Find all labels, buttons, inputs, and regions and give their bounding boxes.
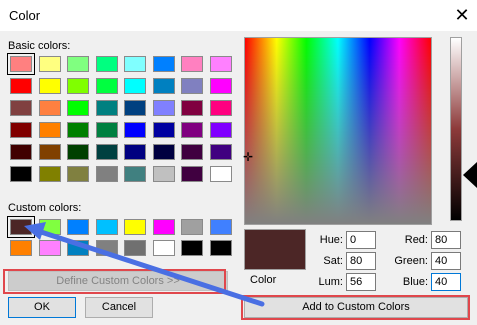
custom-color-swatch[interactable]	[209, 219, 232, 235]
red-input[interactable]	[431, 231, 461, 249]
custom-color-swatch[interactable]	[38, 219, 61, 235]
basic-color-swatch[interactable]	[38, 122, 61, 138]
custom-color-swatch[interactable]	[67, 240, 89, 256]
crosshair-icon: ✛	[243, 150, 254, 164]
basic-color-swatch[interactable]	[124, 166, 146, 182]
sat-label: Sat:	[323, 255, 343, 267]
cancel-button[interactable]: Cancel	[85, 297, 153, 318]
basic-color-swatch[interactable]	[95, 166, 118, 182]
basic-color-swatch[interactable]	[67, 56, 89, 72]
basic-color-swatch[interactable]	[10, 166, 32, 182]
basic-color-swatch[interactable]	[10, 144, 32, 160]
basic-color-swatch[interactable]	[152, 100, 175, 116]
basic-color-swatch[interactable]	[124, 78, 146, 94]
custom-color-swatch[interactable]	[95, 240, 118, 256]
custom-color-swatch[interactable]	[152, 219, 175, 235]
basic-color-swatch[interactable]	[181, 78, 203, 94]
basic-color-swatch[interactable]	[38, 100, 61, 116]
basic-color-swatch[interactable]	[152, 78, 175, 94]
custom-color-swatch[interactable]	[38, 240, 61, 256]
basic-color-swatch[interactable]	[67, 166, 89, 182]
basic-color-swatch[interactable]	[95, 100, 118, 116]
basic-color-swatch[interactable]	[209, 100, 232, 116]
custom-colors-label: Custom colors:	[8, 202, 82, 214]
custom-color-swatch[interactable]	[7, 216, 35, 238]
basic-color-swatch[interactable]	[38, 144, 61, 160]
custom-color-swatch[interactable]	[181, 219, 203, 235]
blue-label: Blue:	[402, 276, 428, 288]
basic-color-swatch[interactable]	[152, 144, 175, 160]
basic-color-swatch[interactable]	[152, 56, 175, 72]
ok-button[interactable]: OK	[8, 297, 76, 318]
basic-color-swatch[interactable]	[181, 122, 203, 138]
basic-color-swatch[interactable]	[10, 78, 32, 94]
basic-color-swatch[interactable]	[95, 144, 118, 160]
basic-color-swatch[interactable]	[67, 144, 89, 160]
color-label: Color	[250, 274, 277, 286]
basic-color-swatch[interactable]	[38, 78, 61, 94]
color-preview	[244, 229, 306, 270]
basic-color-swatch[interactable]	[10, 100, 32, 116]
custom-color-swatch[interactable]	[152, 240, 175, 256]
close-icon[interactable]: ✕	[450, 3, 474, 27]
basic-color-swatch[interactable]	[124, 56, 146, 72]
basic-color-swatch[interactable]	[181, 56, 203, 72]
hue-input[interactable]	[346, 231, 376, 249]
basic-color-swatch[interactable]	[181, 166, 203, 182]
basic-color-swatch[interactable]	[181, 144, 203, 160]
color-spectrum[interactable]	[244, 37, 432, 225]
basic-color-swatch[interactable]	[7, 53, 35, 75]
basic-color-swatch[interactable]	[152, 122, 175, 138]
red-label: Red:	[404, 234, 428, 246]
basic-color-swatch[interactable]	[181, 100, 203, 116]
blue-input[interactable]	[431, 273, 461, 291]
basic-color-swatch[interactable]	[209, 78, 232, 94]
custom-color-swatch[interactable]	[10, 240, 32, 256]
custom-color-swatch[interactable]	[124, 219, 146, 235]
basic-color-swatch[interactable]	[38, 166, 61, 182]
basic-color-swatch[interactable]	[209, 122, 232, 138]
sat-input[interactable]	[346, 252, 376, 270]
basic-color-swatch[interactable]	[38, 56, 61, 72]
basic-color-swatch[interactable]	[95, 122, 118, 138]
custom-color-swatch[interactable]	[67, 219, 89, 235]
hue-label: Hue:	[319, 234, 343, 246]
basic-colors-label: Basic colors:	[8, 40, 71, 52]
basic-color-swatch[interactable]	[209, 166, 232, 182]
add-to-custom-colors-button[interactable]: Add to Custom Colors	[244, 297, 468, 318]
custom-color-swatch[interactable]	[209, 240, 232, 256]
basic-color-swatch[interactable]	[67, 78, 89, 94]
title-bar	[0, 0, 477, 31]
basic-color-swatch[interactable]	[67, 100, 89, 116]
lum-input[interactable]	[346, 273, 376, 291]
define-custom-colors-button[interactable]: Define Custom Colors >>	[8, 271, 228, 291]
green-input[interactable]	[431, 252, 461, 270]
lum-label: Lum:	[318, 276, 343, 288]
luminosity-arrow-icon[interactable]	[463, 162, 477, 188]
basic-color-swatch[interactable]	[124, 144, 146, 160]
basic-color-swatch[interactable]	[209, 144, 232, 160]
basic-color-swatch[interactable]	[10, 122, 32, 138]
basic-color-swatch[interactable]	[124, 100, 146, 116]
window-title: Color	[9, 8, 41, 23]
basic-color-swatch[interactable]	[95, 56, 118, 72]
custom-color-swatch[interactable]	[181, 240, 203, 256]
basic-color-swatch[interactable]	[95, 78, 118, 94]
basic-color-swatch[interactable]	[124, 122, 146, 138]
custom-color-swatch[interactable]	[124, 240, 146, 256]
luminosity-slider[interactable]	[450, 37, 462, 221]
basic-color-swatch[interactable]	[152, 166, 175, 182]
basic-color-swatch[interactable]	[209, 56, 232, 72]
green-label: Green:	[394, 255, 428, 267]
custom-color-swatch[interactable]	[95, 219, 118, 235]
basic-color-swatch[interactable]	[67, 122, 89, 138]
